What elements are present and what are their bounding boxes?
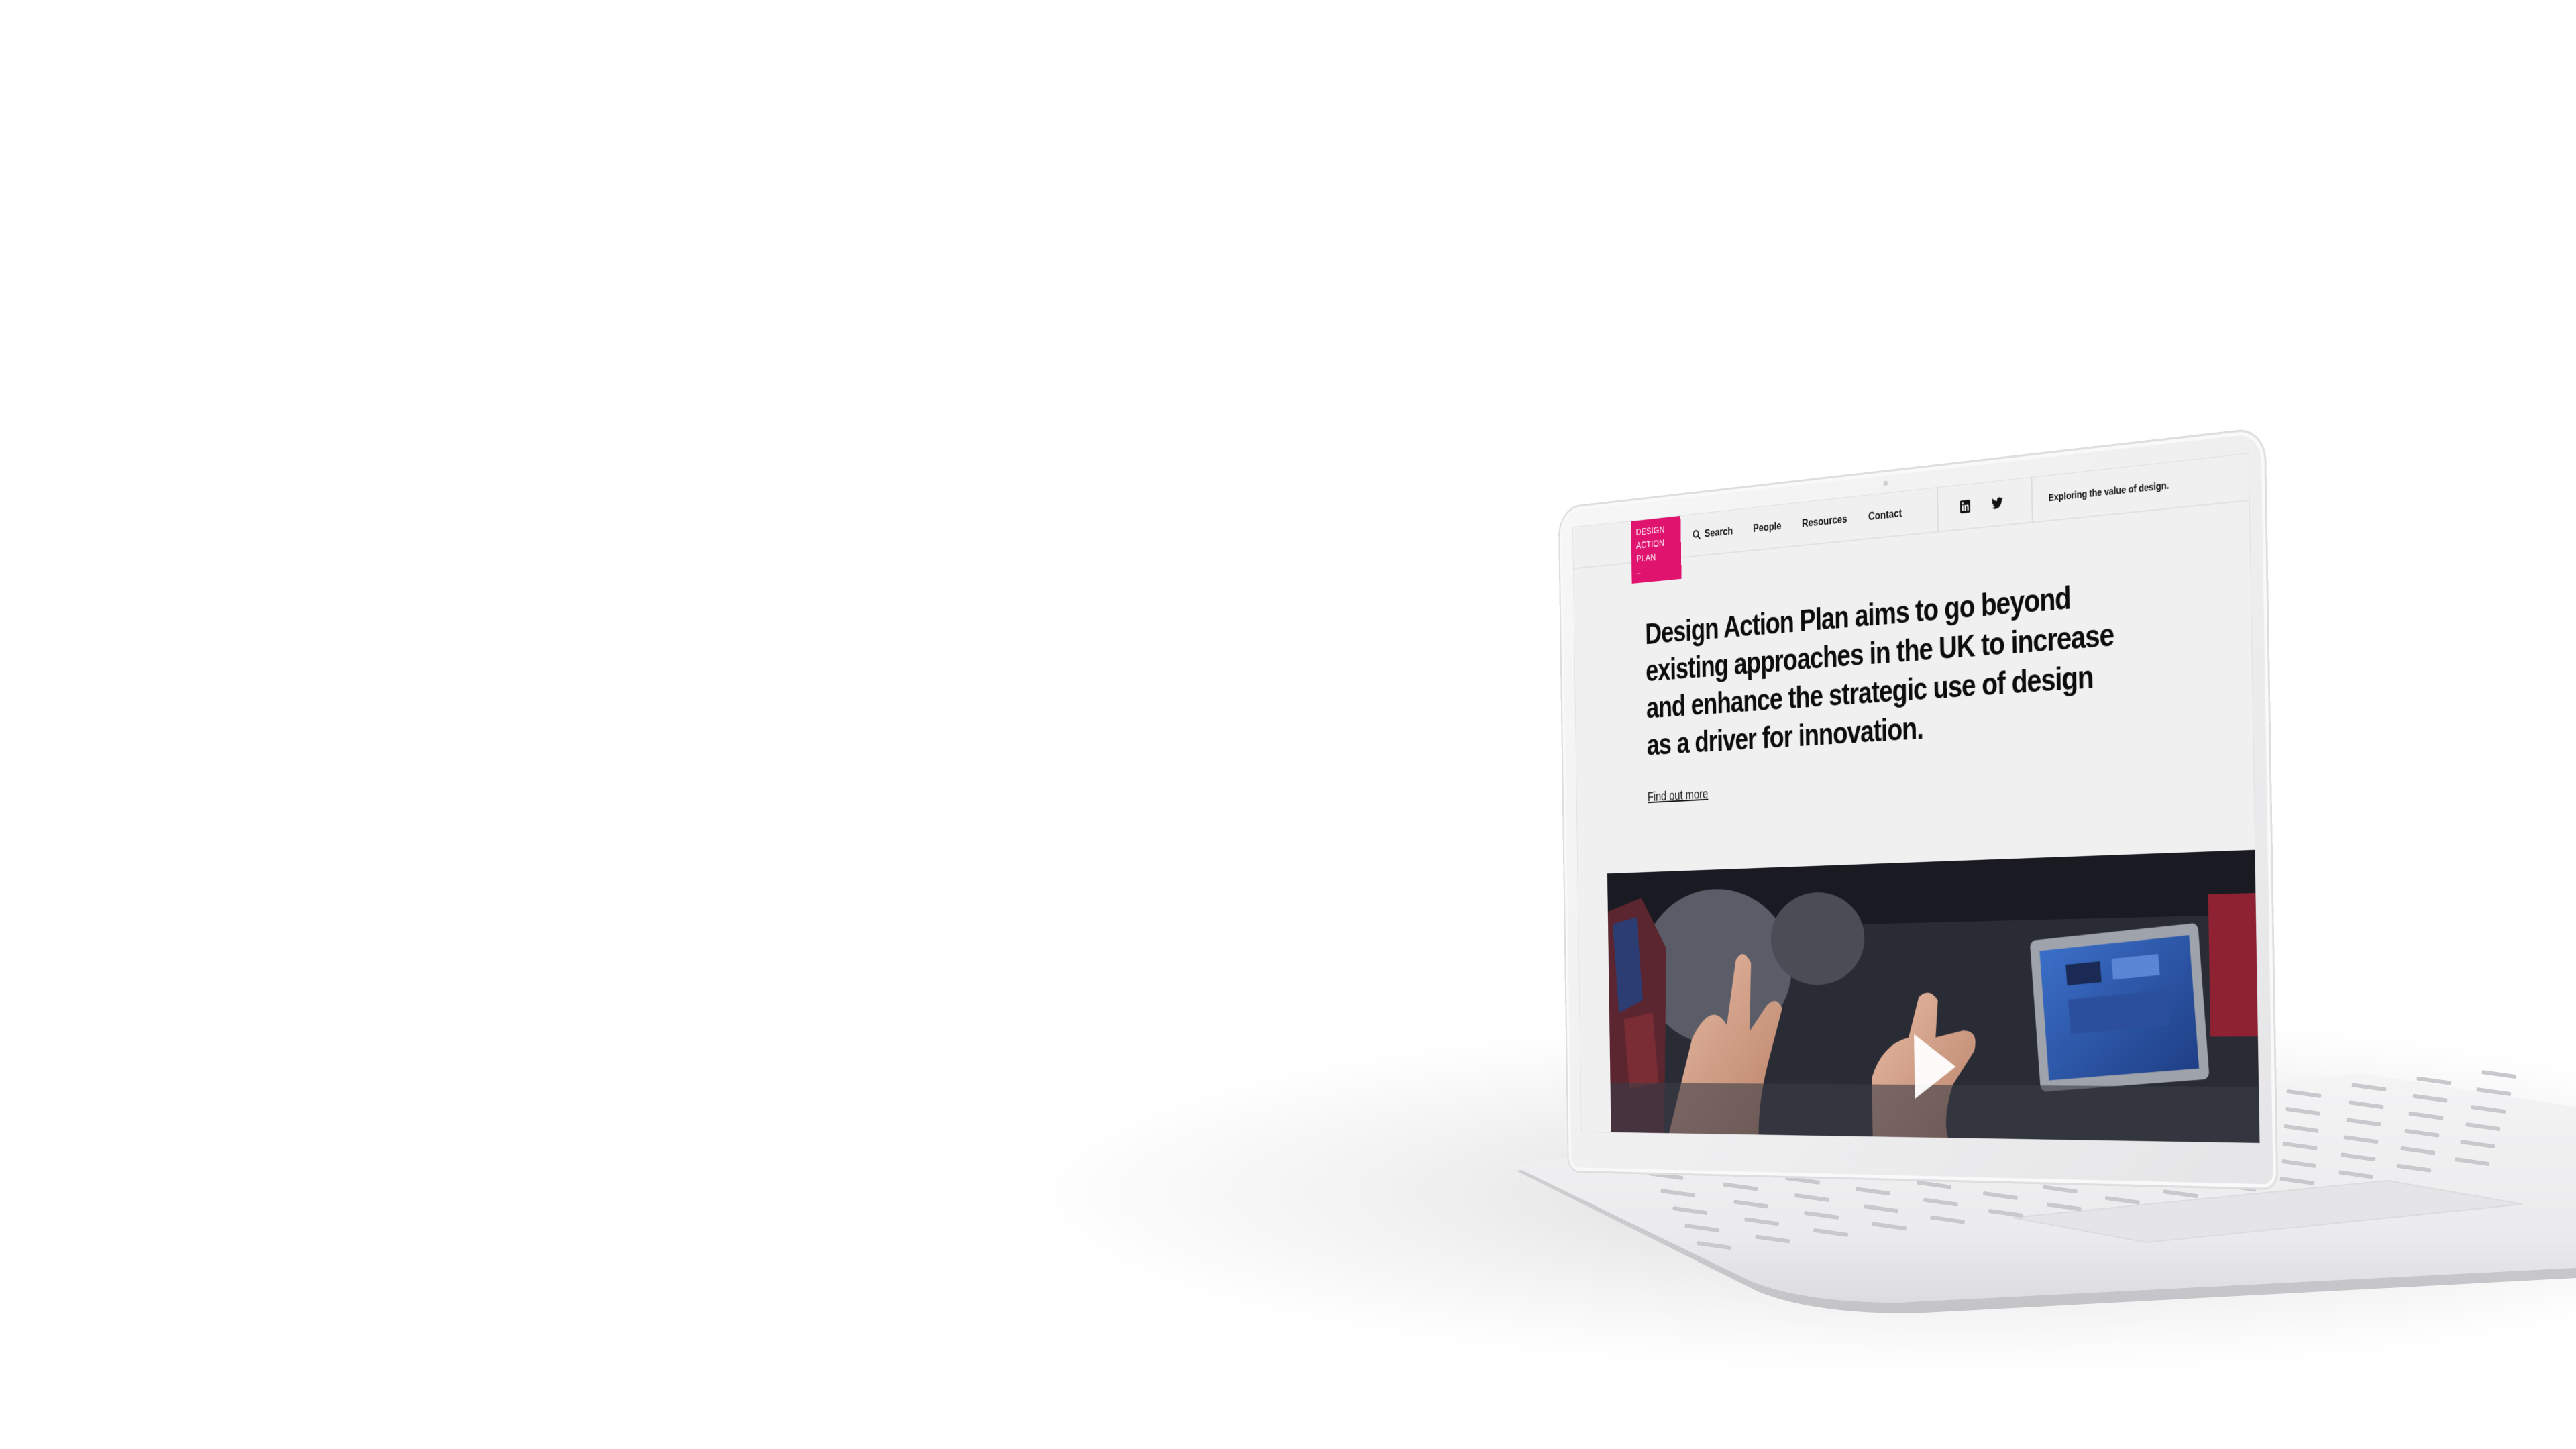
nav-item-resources[interactable]: Resources xyxy=(1802,513,1847,531)
hero-title: Design Action Plan aims to go beyond exi… xyxy=(1645,578,2114,762)
header-divider xyxy=(1937,488,1939,531)
laptop-lid-perspective: DESIGN ACTION PLAN _ Search People Resou… xyxy=(0,0,2576,1449)
nav-item-contact[interactable]: Contact xyxy=(1868,506,1902,523)
device-mockup: DESIGN ACTION PLAN _ Search People Resou… xyxy=(0,0,2576,1449)
nav-item-people[interactable]: People xyxy=(1753,519,1782,535)
laptop-lid: DESIGN ACTION PLAN _ Search People Resou… xyxy=(1558,427,2279,1191)
social-links xyxy=(1959,480,2004,529)
video-thumbnail-image xyxy=(1607,849,2260,1143)
header-divider-2 xyxy=(2031,477,2033,522)
camera-icon xyxy=(1883,480,1888,486)
search-icon xyxy=(1693,529,1701,541)
site-header: DESIGN ACTION PLAN _ Search People Resou… xyxy=(1572,453,2249,584)
laptop-screen: DESIGN ACTION PLAN _ Search People Resou… xyxy=(1572,453,2261,1144)
main-nav: Search People Resources Contact xyxy=(1693,492,1902,555)
site-logo[interactable]: DESIGN ACTION PLAN _ xyxy=(1631,515,1682,584)
hero-section: Design Action Plan aims to go beyond exi… xyxy=(1645,573,2127,805)
find-out-more-link[interactable]: Find out more xyxy=(1648,787,1709,805)
twitter-icon[interactable] xyxy=(1991,495,2004,511)
site-tagline: Exploring the value of design. xyxy=(2048,479,2169,504)
nav-search[interactable]: Search xyxy=(1693,525,1733,542)
nav-search-label: Search xyxy=(1704,524,1733,540)
play-icon[interactable] xyxy=(1914,1034,1957,1099)
hero-video[interactable] xyxy=(1607,849,2260,1143)
linkedin-icon[interactable] xyxy=(1959,498,1971,515)
